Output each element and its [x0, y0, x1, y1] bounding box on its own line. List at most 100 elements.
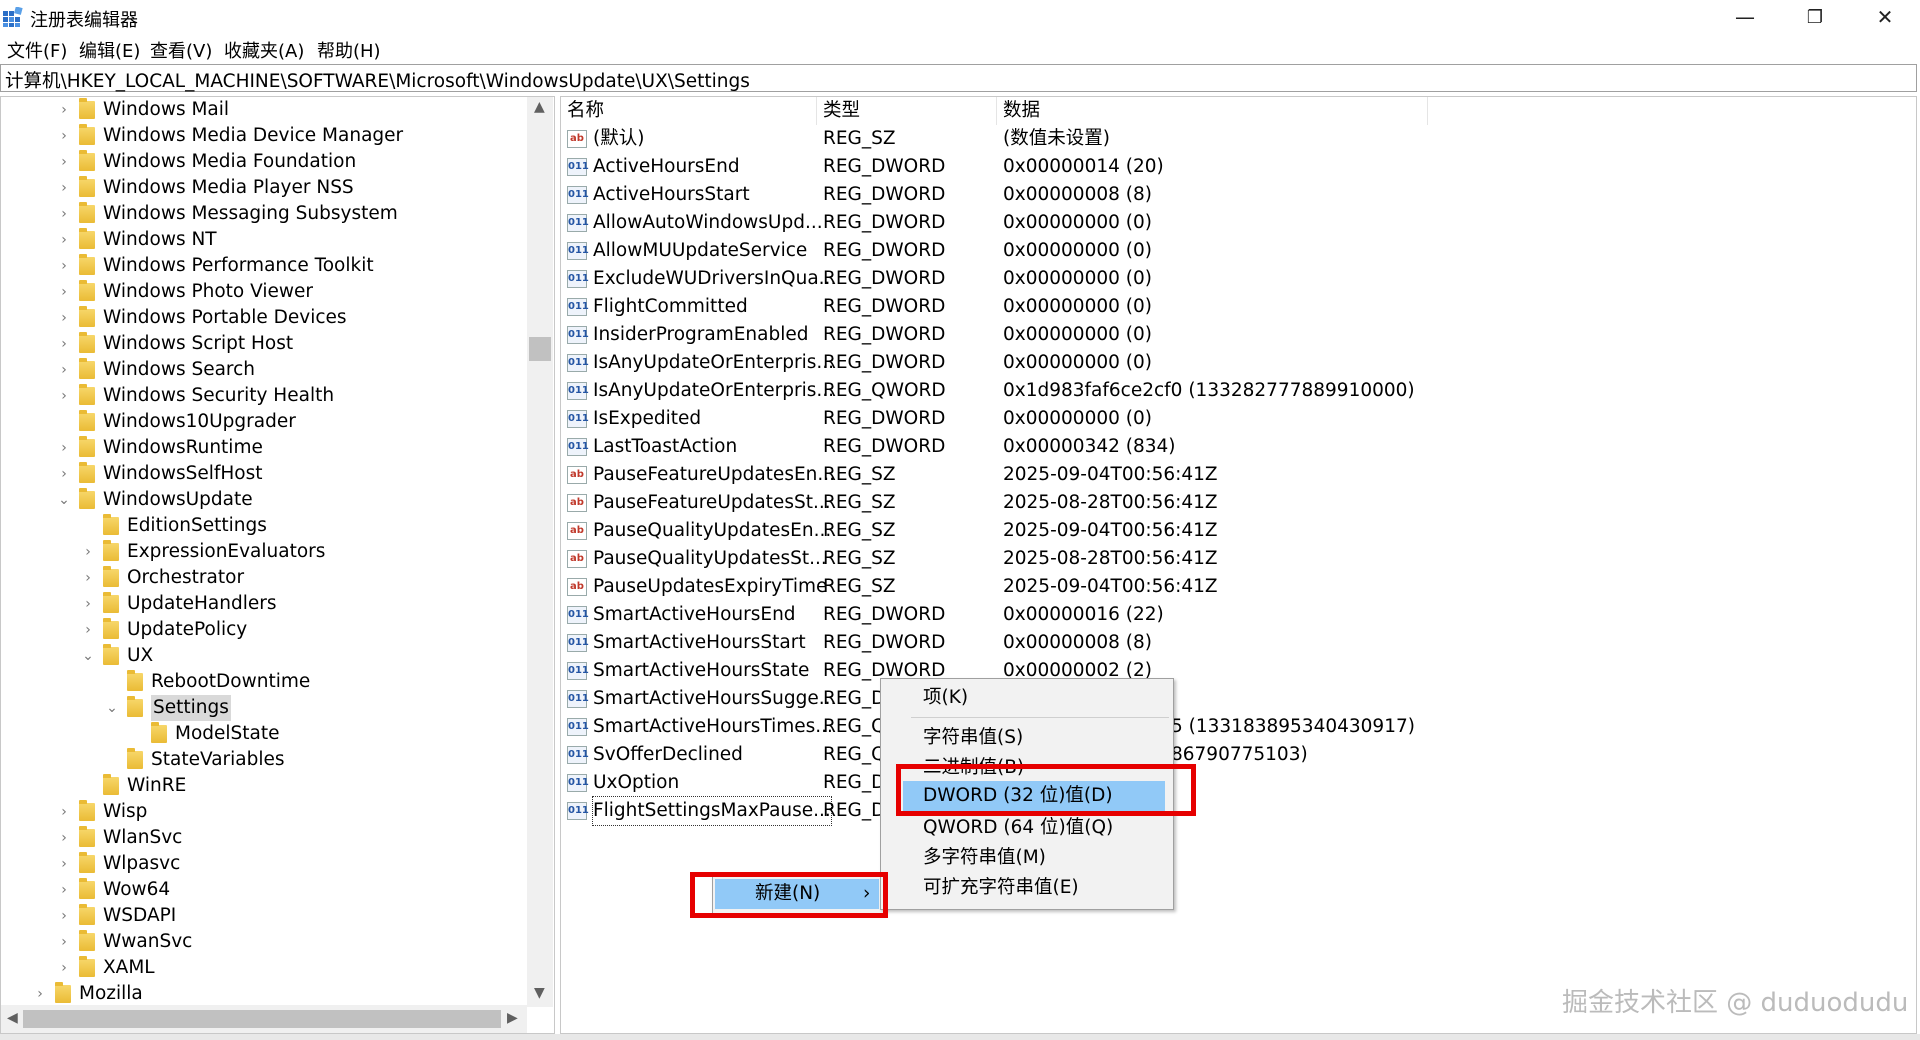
tree-item-label[interactable]: Settings [151, 695, 231, 721]
expand-chevron-icon[interactable] [57, 409, 71, 435]
value-row[interactable]: 011 SmartActiveHoursStart REG_DWORD 0x00000… [561, 629, 1911, 657]
menu-view[interactable]: 查看(V) [150, 37, 212, 63]
value-row[interactable]: 011 AllowAutoWindowsUpd... REG_DWORD 0x0000… [561, 209, 1911, 237]
value-row[interactable]: 011 SvOfferDeclined REG_Q 86790775103) [561, 741, 1911, 769]
tree-item-label[interactable]: Wow64 [103, 877, 170, 903]
expand-chevron-icon[interactable]: › [57, 201, 71, 227]
column-header-type[interactable]: 类型 [823, 97, 860, 125]
tree-item-label[interactable]: Windows NT [103, 227, 217, 253]
tree-item[interactable]: StateVariables [1, 747, 521, 773]
address-text[interactable]: 计算机\HKEY_LOCAL_MACHINE\SOFTWARE\Microsof… [5, 67, 750, 93]
tree-item[interactable]: › UpdateHandlers [1, 591, 521, 617]
expand-chevron-icon[interactable]: › [57, 877, 71, 903]
tree-item[interactable]: › Windows NT [1, 227, 521, 253]
expand-chevron-icon[interactable] [105, 669, 119, 695]
tree-item[interactable]: ⌄ WindowsUpdate [1, 487, 521, 513]
value-row[interactable]: 011 SmartActiveHoursState REG_DWORD 0x00000… [561, 657, 1911, 685]
expand-chevron-icon[interactable]: › [57, 435, 71, 461]
tree-item[interactable]: › WlanSvc [1, 825, 521, 851]
value-row[interactable]: ab PauseUpdatesExpiryTime REG_SZ 2025-09-04… [561, 573, 1911, 601]
submenu-item[interactable]: 字符串值(S) [881, 723, 1173, 753]
value-row[interactable]: 011 IsAnyUpdateOrEnterpris... REG_QWORD 0x1… [561, 377, 1911, 405]
scroll-left-icon[interactable]: ◀ [7, 1010, 18, 1026]
value-name[interactable]: PauseFeatureUpdatesEn... [593, 461, 835, 489]
value-name[interactable]: ActiveHoursEnd [593, 153, 740, 181]
value-name[interactable]: SvOfferDeclined [593, 741, 743, 769]
expand-chevron-icon[interactable]: › [57, 799, 71, 825]
value-name[interactable]: SmartActiveHoursSugge... [593, 685, 836, 713]
expand-chevron-icon[interactable]: › [57, 929, 71, 955]
tree-item-label[interactable]: WinRE [127, 773, 186, 799]
column-header-data[interactable]: 数据 [1003, 97, 1040, 125]
tree-item[interactable]: › WindowsRuntime [1, 435, 521, 461]
tree-item-label[interactable]: ModelState [175, 721, 280, 747]
value-name[interactable]: PauseQualityUpdatesSt... [593, 545, 827, 573]
tree-item-label[interactable]: EditionSettings [127, 513, 267, 539]
expand-chevron-icon[interactable] [81, 773, 95, 799]
tree-item-label[interactable]: WwanSvc [103, 929, 192, 955]
tree-vertical-scrollbar[interactable]: ▲ ▼ [527, 97, 553, 1007]
tree-item[interactable]: › WwanSvc [1, 929, 521, 955]
submenu-item[interactable]: 可扩充字符串值(E) [881, 873, 1173, 903]
tree-item[interactable]: › Windows Photo Viewer [1, 279, 521, 305]
expand-chevron-icon[interactable]: › [57, 149, 71, 175]
tree-item[interactable]: › Windows Mail [1, 97, 521, 123]
expand-chevron-icon[interactable]: › [57, 305, 71, 331]
submenu-item[interactable]: 项(K) [881, 683, 1173, 713]
tree-item-label[interactable]: Wisp [103, 799, 147, 825]
value-row[interactable]: ab PauseQualityUpdatesSt... REG_SZ 2025-08-… [561, 545, 1911, 573]
submenu-item[interactable]: QWORD (64 位)值(Q) [881, 813, 1173, 843]
tree-item[interactable]: › Mozilla [1, 981, 521, 1007]
tree-item[interactable]: › UpdatePolicy [1, 617, 521, 643]
tree-hscroll-thumb[interactable] [23, 1010, 501, 1028]
submenu-item[interactable]: 多字符串值(M) [881, 843, 1173, 873]
tree-item[interactable]: ⌄ Settings [1, 695, 521, 721]
tree-item-label[interactable]: Wlpasvc [103, 851, 180, 877]
tree-item-label[interactable]: StateVariables [151, 747, 285, 773]
tree-item-label[interactable]: Windows Security Health [103, 383, 334, 409]
scroll-down-icon[interactable]: ▼ [534, 985, 545, 1001]
expand-chevron-icon[interactable]: › [57, 331, 71, 357]
expand-chevron-icon[interactable]: › [57, 903, 71, 929]
scroll-up-icon[interactable]: ▲ [534, 99, 545, 115]
menu-file[interactable]: 文件(F) [7, 37, 67, 63]
tree-item[interactable]: › Windows Search [1, 357, 521, 383]
expand-chevron-icon[interactable]: › [57, 253, 71, 279]
tree-item[interactable]: › Windows Media Foundation [1, 149, 521, 175]
expand-chevron-icon[interactable] [129, 721, 143, 747]
column-header-name[interactable]: 名称 [567, 97, 604, 125]
tree-item-label[interactable]: XAML [103, 955, 155, 981]
value-name[interactable]: IsAnyUpdateOrEnterpris... [593, 349, 834, 377]
tree-item-label[interactable]: Windows Media Player NSS [103, 175, 354, 201]
value-name[interactable]: IsExpedited [593, 405, 701, 433]
tree-item[interactable]: › Wow64 [1, 877, 521, 903]
value-name[interactable]: ExcludeWUDriversInQua... [593, 265, 836, 293]
value-row[interactable]: 011 IsAnyUpdateOrEnterpris... REG_DWORD 0x0… [561, 349, 1911, 377]
value-name[interactable]: (默认) [593, 125, 644, 153]
tree-item-label[interactable]: Windows Search [103, 357, 255, 383]
expand-chevron-icon[interactable]: › [57, 383, 71, 409]
menu-help[interactable]: 帮助(H) [317, 37, 381, 63]
tree-item-label[interactable]: WindowsRuntime [103, 435, 263, 461]
column-separator[interactable] [816, 97, 817, 125]
tree-item-label[interactable]: WSDAPI [103, 903, 176, 929]
tree-item-label[interactable]: Windows Media Device Manager [103, 123, 403, 149]
tree-item[interactable]: Windows10Upgrader [1, 409, 521, 435]
expand-chevron-icon[interactable]: › [57, 851, 71, 877]
tree-item-label[interactable]: UX [127, 643, 153, 669]
expand-chevron-icon[interactable]: › [33, 981, 47, 1007]
value-name[interactable]: LastToastAction [593, 433, 737, 461]
expand-chevron-icon[interactable]: › [81, 565, 95, 591]
expand-chevron-icon[interactable]: › [57, 123, 71, 149]
tree-item-label[interactable]: Windows Media Foundation [103, 149, 356, 175]
tree-item[interactable]: › ExpressionEvaluators [1, 539, 521, 565]
tree-item-label[interactable]: Mozilla [79, 981, 143, 1007]
value-name[interactable]: SmartActiveHoursState [593, 657, 809, 685]
value-row[interactable]: ab (默认) REG_SZ (数值未设置) [561, 125, 1911, 153]
expand-chevron-icon[interactable]: › [57, 279, 71, 305]
tree-item-label[interactable]: Windows Performance Toolkit [103, 253, 374, 279]
expand-chevron-icon[interactable]: › [81, 617, 95, 643]
tree-item[interactable]: › Windows Portable Devices [1, 305, 521, 331]
minimize-button[interactable]: — [1710, 0, 1780, 34]
value-name[interactable]: AllowMUUpdateService [593, 237, 807, 265]
